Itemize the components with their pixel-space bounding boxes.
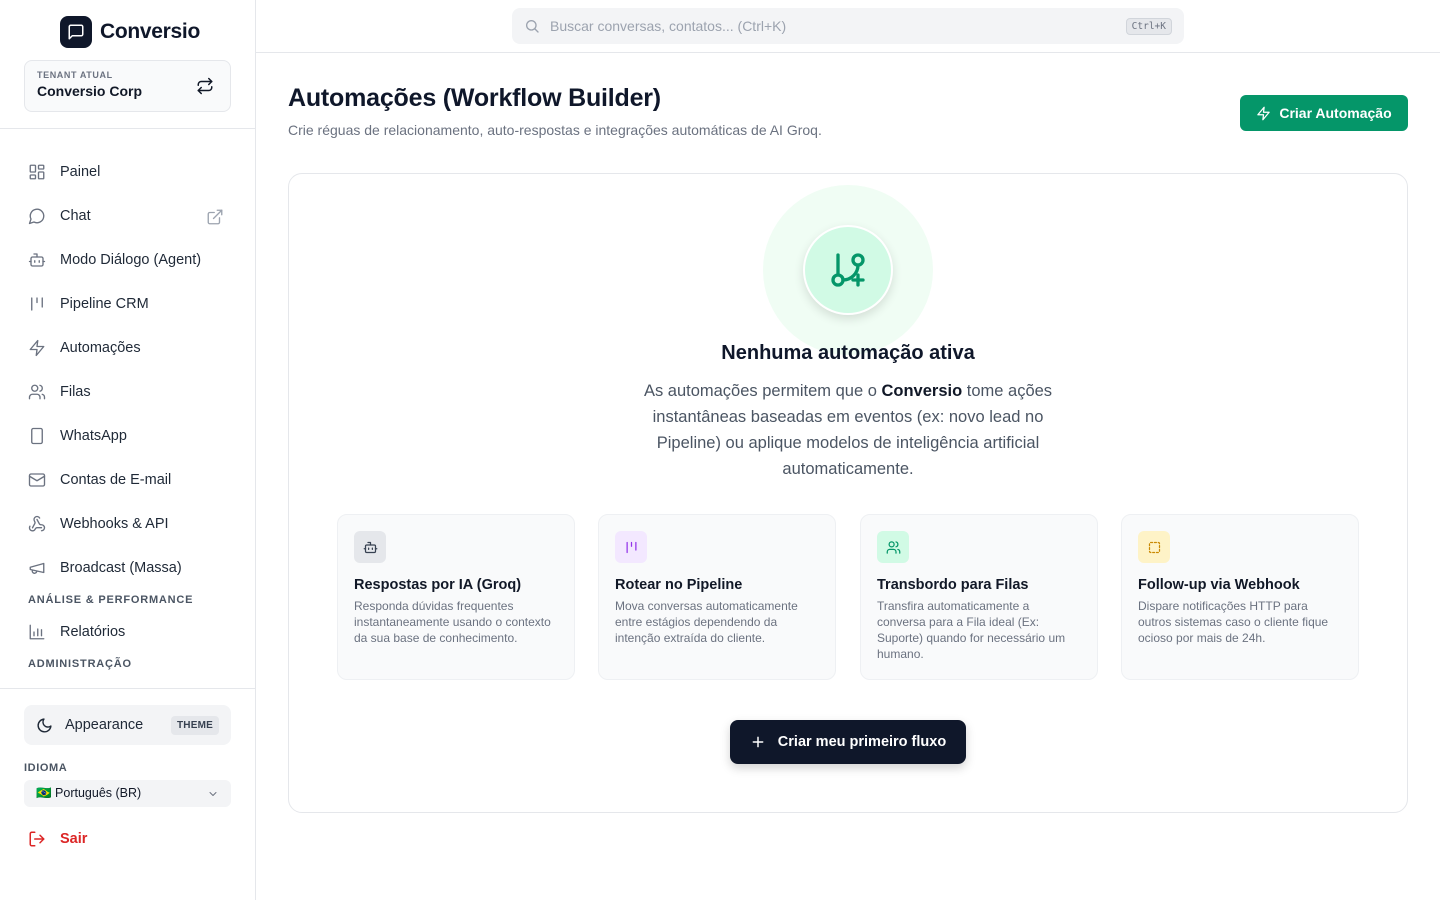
card-title: Rotear no Pipeline (615, 577, 743, 593)
webhook-icon (28, 515, 46, 532)
create-first-flow-button[interactable]: Criar meu primeiro fluxo (730, 720, 966, 764)
section-analise-performance: ANÁLISE & PERFORMANCE (28, 594, 194, 606)
smartphone-icon (31, 427, 43, 445)
sidebar-item-label: Filas (60, 384, 91, 400)
sidebar-divider (0, 688, 256, 689)
sidebar-item-label: WhatsApp (60, 428, 127, 444)
dashed-square-icon (1148, 541, 1160, 553)
card-icon-box (354, 531, 386, 563)
search-input[interactable]: Buscar conversas, contatos... (Ctrl+K) C… (512, 8, 1184, 44)
card-title: Transbordo para Filas (877, 577, 1029, 593)
card-description: Transfira automaticamente a conversa par… (877, 599, 1066, 661)
empty-state-description: As automações permitem que o Conversio t… (628, 378, 1068, 482)
card-title: Respostas por IA (Groq) (354, 577, 522, 593)
create-automation-button[interactable]: Criar Automação (1240, 95, 1408, 131)
sidebar-item-label: Automações (60, 340, 141, 356)
external-link-icon[interactable] (206, 208, 224, 226)
sidebar-item-relatorios[interactable]: Relatórios (28, 618, 228, 646)
logout-label: Sair (60, 831, 88, 847)
theme-badge: THEME (171, 715, 219, 735)
sidebar-item-label: Relatórios (60, 624, 126, 640)
sidebar-item-label: Contas de E-mail (60, 472, 172, 488)
sidebar-item-label: Broadcast (Massa) (60, 560, 182, 576)
megaphone-icon (29, 562, 45, 574)
search-placeholder: Buscar conversas, contatos... (Ctrl+K) (550, 18, 787, 34)
sidebar-item-chat[interactable]: Chat (28, 202, 228, 230)
card-description: Mova conversas automaticamente entre est… (615, 599, 798, 645)
language-value: 🇧🇷 Português (BR) (36, 786, 142, 800)
brand[interactable]: Conversio (60, 16, 200, 48)
page-subtitle: Crie réguas de relacionamento, auto-resp… (288, 122, 822, 138)
pipeline-icon (31, 297, 43, 311)
chevron-down-icon (209, 791, 217, 796)
sidebar-item-modo-dialogo[interactable]: Modo Diálogo (Agent) (28, 246, 228, 274)
create-first-flow-label: Criar meu primeiro fluxo (777, 734, 947, 750)
topbar: Buscar conversas, contatos... (Ctrl+K) C… (256, 0, 1440, 53)
pipeline-icon (626, 541, 636, 553)
sidebar-item-painel[interactable]: Painel (28, 158, 228, 186)
language-label: IDIOMA (24, 762, 68, 774)
tenant-switcher[interactable]: TENANT ATUAL Conversio Corp (24, 60, 231, 112)
feature-card-filas: Transbordo para Filas Transfira automati… (860, 514, 1098, 680)
sidebar-item-whatsapp[interactable]: WhatsApp (28, 422, 228, 450)
sidebar-item-label: Pipeline CRM (60, 296, 149, 312)
bar-chart-icon (29, 624, 45, 640)
empty-state-title: Nenhuma automação ativa (721, 342, 975, 364)
section-administracao: ADMINISTRAÇÃO (28, 658, 132, 670)
page-title: Automações (Workflow Builder) (288, 84, 661, 112)
sidebar-item-contas-email[interactable]: Contas de E-mail (28, 466, 228, 494)
sidebar-item-label: Webhooks & API (60, 516, 169, 532)
empty-desc-brand: Conversio (881, 382, 963, 400)
bot-icon (28, 253, 46, 267)
appearance-label: Appearance (65, 717, 144, 733)
logout-icon (29, 831, 45, 847)
sidebar-divider (0, 128, 256, 129)
sidebar: Conversio TENANT ATUAL Conversio Corp Pa… (0, 0, 256, 900)
sidebar-item-filas[interactable]: Filas (28, 378, 228, 406)
users-icon (28, 384, 46, 400)
mail-icon (28, 473, 46, 487)
hero-badge (803, 225, 893, 315)
feature-card-ia: Respostas por IA (Groq) Responda dúvidas… (337, 514, 575, 680)
feature-card-pipeline: Rotear no Pipeline Mova conversas automa… (598, 514, 836, 680)
tenant-label: TENANT ATUAL (37, 70, 113, 80)
create-automation-label: Criar Automação (1279, 105, 1392, 121)
lightning-icon (29, 339, 45, 357)
bot-icon (363, 541, 377, 553)
plus-icon (752, 736, 764, 748)
sidebar-item-label: Modo Diálogo (Agent) (60, 252, 202, 268)
card-title: Follow-up via Webhook (1138, 577, 1300, 593)
git-branch-plus-icon (831, 253, 865, 287)
chat-bubble-logo-icon (60, 16, 92, 48)
switch-arrows-icon[interactable] (196, 77, 214, 95)
sidebar-item-pipeline-crm[interactable]: Pipeline CRM (28, 290, 228, 318)
shortcut-badge: Ctrl+K (1125, 17, 1172, 35)
empty-desc-part: As automações permitem que o (643, 382, 882, 400)
tenant-name: Conversio Corp (37, 83, 143, 99)
card-icon-box (1138, 531, 1170, 563)
card-icon-box (615, 531, 647, 563)
dashboard-icon (29, 164, 45, 180)
sidebar-item-broadcast[interactable]: Broadcast (Massa) (28, 554, 228, 582)
card-description: Responda dúvidas frequentes instantaneam… (354, 599, 551, 645)
search-icon (526, 20, 539, 33)
sidebar-item-automacoes[interactable]: Automações (28, 334, 228, 362)
sidebar-item-label: Chat (60, 208, 91, 224)
card-icon-box (877, 531, 909, 563)
users-icon (886, 540, 900, 554)
brand-name: Conversio (100, 20, 200, 43)
language-select[interactable]: 🇧🇷 Português (BR) (24, 780, 231, 807)
sidebar-item-label: Painel (60, 164, 101, 180)
sidebar-item-webhooks[interactable]: Webhooks & API (28, 510, 228, 538)
appearance-toggle[interactable]: Appearance THEME (24, 705, 231, 745)
feature-card-webhook: Follow-up via Webhook Dispare notificaçõ… (1121, 514, 1359, 680)
lightning-icon (1257, 106, 1271, 120)
moon-icon (37, 717, 52, 732)
logout-button[interactable]: Sair (28, 830, 87, 848)
chat-icon (28, 208, 45, 225)
card-description: Dispare notificações HTTP para outros si… (1138, 599, 1329, 645)
